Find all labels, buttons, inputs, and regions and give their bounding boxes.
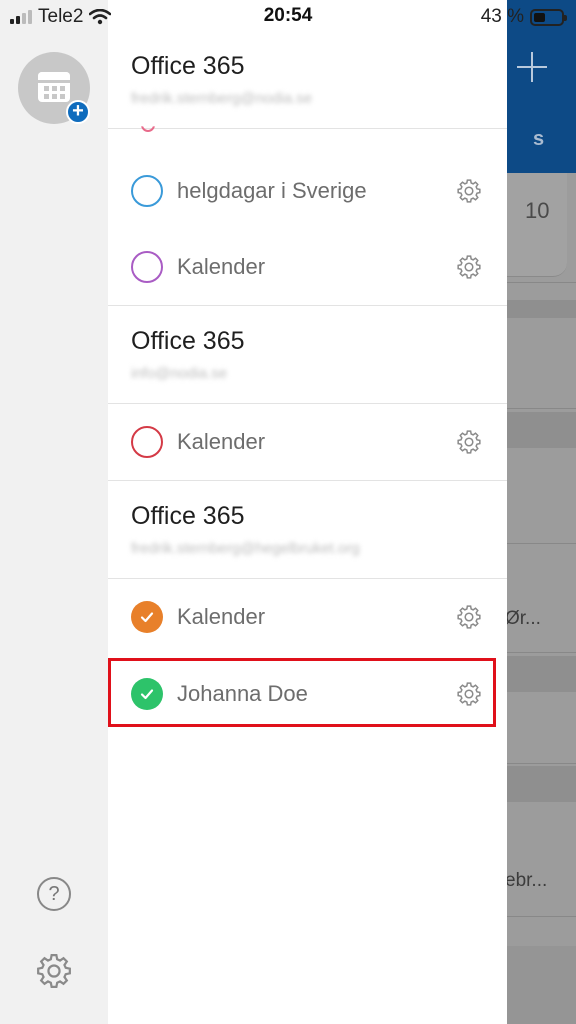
account-rail: + ? <box>0 0 108 1024</box>
gear-icon[interactable] <box>35 952 73 990</box>
calendar-toggle-checked[interactable] <box>131 601 163 633</box>
calendar-name: helgdagar i Sverige <box>177 178 367 203</box>
calendar-row[interactable]: Kalender <box>108 229 507 305</box>
account-email: fredrik.sternberg@hegelbruket.org <box>131 540 360 557</box>
battery-percent: 43 % <box>480 6 524 27</box>
gear-icon[interactable] <box>456 429 482 455</box>
account-email: fredrik.sternberg@nodia.se <box>131 90 313 107</box>
background-date-cell <box>507 173 567 277</box>
account-title: Office 365 <box>131 502 245 530</box>
calendar-toggle[interactable] <box>131 175 163 207</box>
calendar-name: Kalender <box>177 254 266 279</box>
calendar-name: Kalender <box>177 604 266 629</box>
background-event-2: ebr... <box>507 870 548 891</box>
calendar-drawer: Office 365 fredrik.sternberg@nodia.se he… <box>108 0 507 1024</box>
calendar-name: Kalender <box>177 429 266 454</box>
plus-icon[interactable]: + <box>66 100 90 124</box>
account-header: Office 365 info@nodia.se <box>108 305 507 404</box>
gear-icon[interactable] <box>456 254 482 280</box>
highlight-box <box>108 658 496 727</box>
calendar-icon <box>38 72 70 102</box>
battery-icon <box>530 8 567 26</box>
account-header: Office 365 fredrik.sternberg@hegelbruket… <box>108 480 507 579</box>
calendar-toggle[interactable] <box>131 426 163 458</box>
gear-icon[interactable] <box>456 604 482 630</box>
question-icon[interactable]: ? <box>37 877 71 911</box>
background-calendar: s 10 Ør... ebr... <box>507 0 576 1024</box>
add-event-icon <box>517 52 547 82</box>
background-event-1: Ør... <box>507 608 541 629</box>
background-weekday: s <box>533 128 545 150</box>
gear-icon[interactable] <box>456 178 482 204</box>
check-icon <box>140 612 154 623</box>
background-day: 10 <box>525 198 550 223</box>
calendar-row[interactable]: Kalender <box>108 579 507 655</box>
calendar-toggle[interactable] <box>131 251 163 283</box>
calendar-row[interactable]: Kalender <box>108 404 507 480</box>
account-title: Office 365 <box>131 52 245 80</box>
calendar-row[interactable]: helgdagar i Sverige <box>108 153 507 229</box>
account-title: Office 365 <box>131 327 245 355</box>
status-bar: Tele2 20:54 43 % <box>0 0 576 32</box>
account-email: info@nodia.se <box>131 365 228 382</box>
